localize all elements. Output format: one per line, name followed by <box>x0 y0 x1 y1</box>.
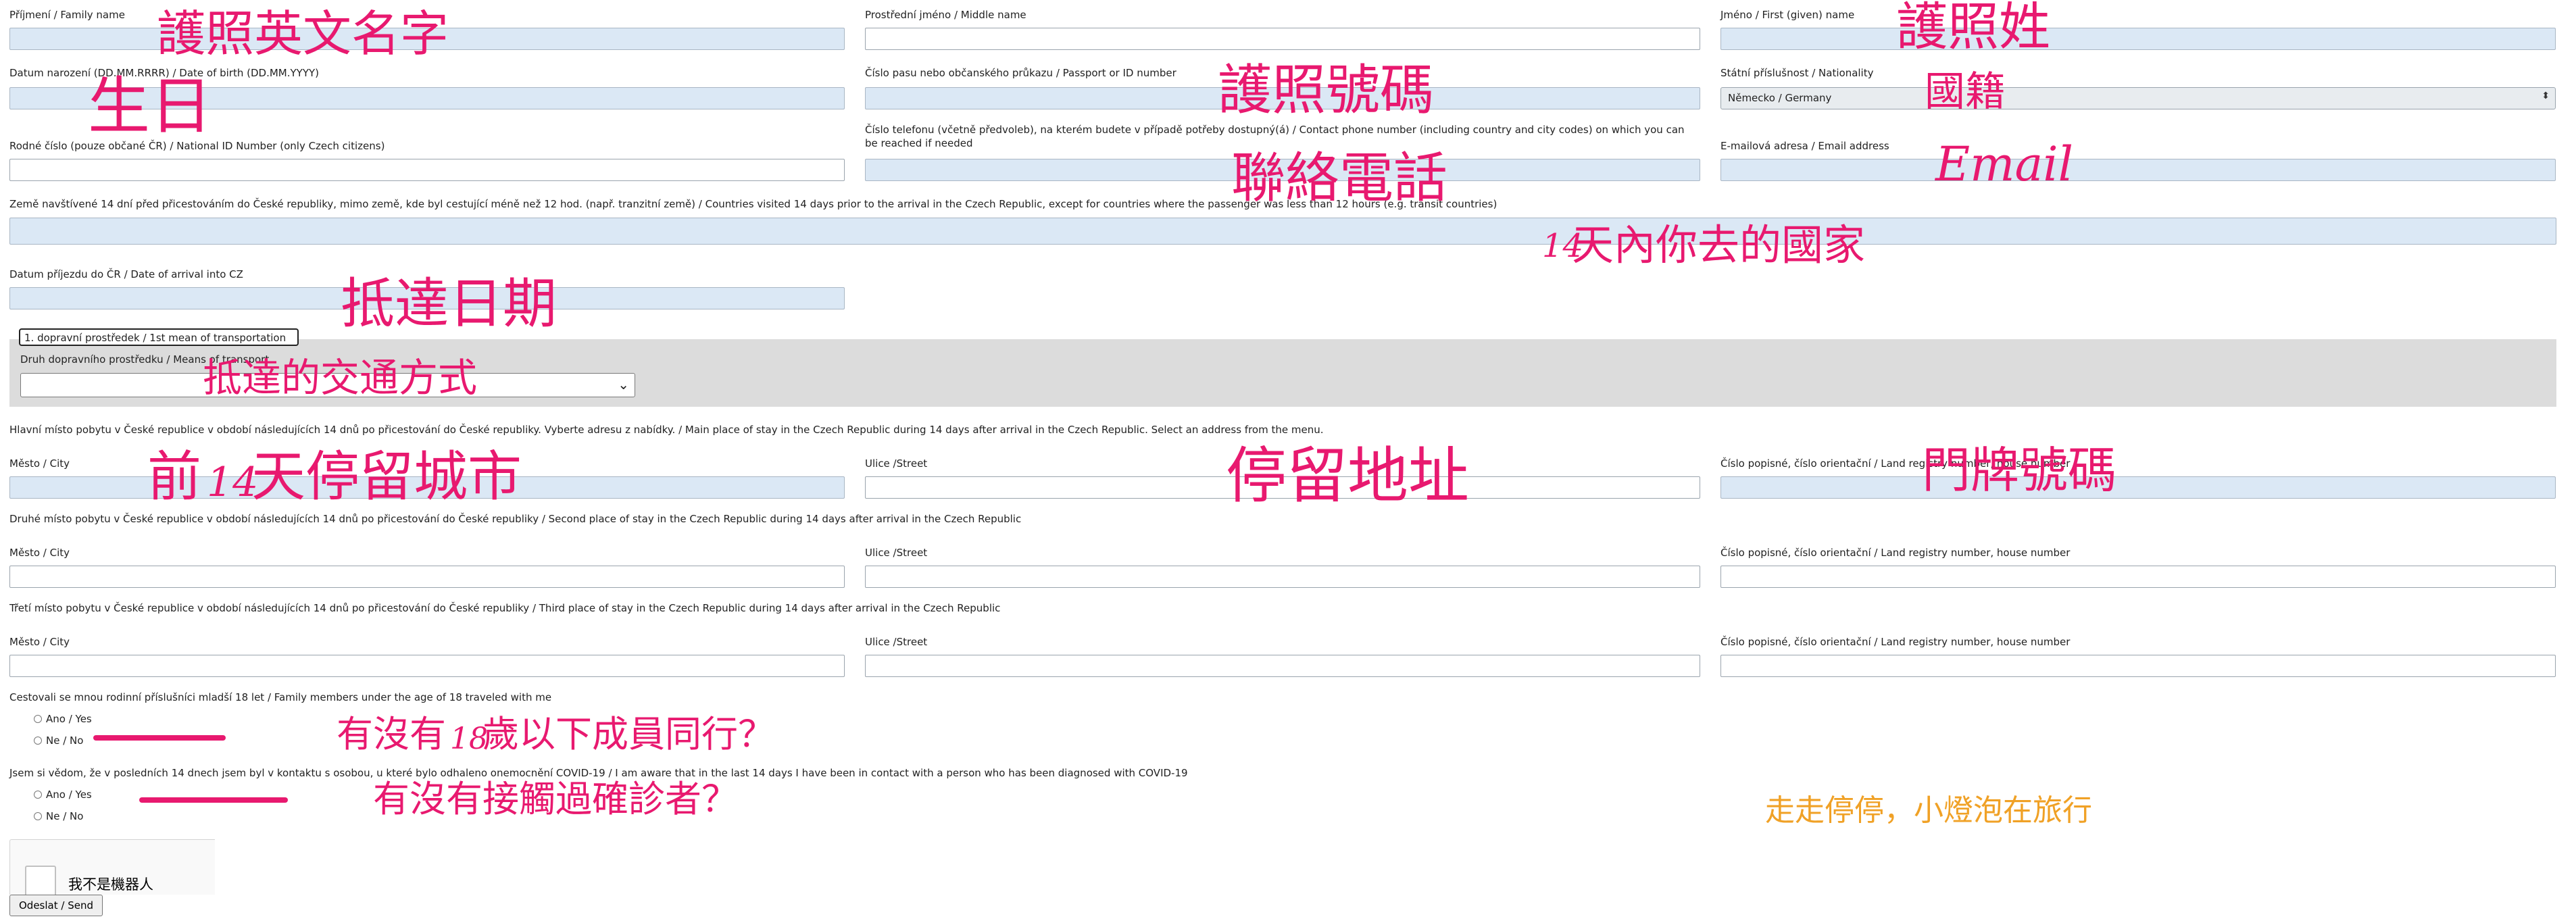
main-city-label: Město / City <box>9 457 70 470</box>
phone-label: Číslo telefonu (včetně předvoleb), na kt… <box>865 124 1685 149</box>
family-yes-option[interactable]: Ano / Yes <box>34 713 92 725</box>
yes-label: Ano / Yes <box>46 789 92 801</box>
family-name-label: Příjmení / Family name <box>9 9 125 21</box>
main-house-input[interactable] <box>1720 476 2556 499</box>
main-stay-label: Hlavní místo pobytu v České republice v … <box>9 424 1324 436</box>
radio-icon[interactable] <box>34 737 42 745</box>
annotation-minors-q-b: 歲以下成員同行？ <box>482 713 774 755</box>
watermark-text: 走走停停，小燈泡在旅行 <box>1765 793 2092 828</box>
radio-icon[interactable] <box>34 791 42 799</box>
second-house-input[interactable] <box>1720 566 2556 588</box>
arrival-date-label: Datum příjezdu do ČR / Date of arrival i… <box>9 268 243 280</box>
covid-no-option[interactable]: Ne / No <box>34 810 83 822</box>
captcha-checkbox[interactable] <box>25 866 56 897</box>
email-label: E-mailová adresa / Email address <box>1720 140 1889 152</box>
third-street-label: Ulice /Street <box>865 636 928 648</box>
annotation-birthday: 生日 <box>88 70 213 143</box>
second-street-label: Ulice /Street <box>865 547 928 559</box>
send-button[interactable]: Odeslat / Send <box>9 895 103 916</box>
third-stay-label: Třetí místo pobytu v České republice v o… <box>9 602 1001 614</box>
family-no-option[interactable]: Ne / No <box>34 734 83 747</box>
countries-input[interactable] <box>9 218 2556 245</box>
first-name-input[interactable] <box>1720 28 2556 50</box>
third-city-label: Město / City <box>9 636 70 648</box>
annotation-family-name: 護照英文名字 <box>157 5 449 62</box>
annotation-email: Email <box>1935 136 2073 192</box>
first-name-label: Jméno / First (given) name <box>1720 9 1855 21</box>
second-stay-label: Druhé místo pobytu v České republice v o… <box>9 513 1022 525</box>
transport-legend: 1. dopravní prostředek / 1st mean of tra… <box>19 328 299 346</box>
annotation-arrival-date: 抵達日期 <box>341 272 557 335</box>
second-city-label: Město / City <box>9 547 70 559</box>
annotation-nationality: 國籍 <box>1925 68 2006 116</box>
annotation-underline-covid <box>139 797 288 803</box>
third-house-label: Číslo popisné, číslo orientační / Land r… <box>1720 636 2071 648</box>
annotation-stay-city: 天停留城市 <box>251 445 522 508</box>
annotation-days-14-b: 14 <box>207 459 259 506</box>
passport-label: Číslo pasu nebo občanského průkazu / Pas… <box>865 67 1176 79</box>
annotation-contact-q: 有沒有接觸過確診者？ <box>373 778 738 820</box>
main-street-label: Ulice /Street <box>865 457 928 470</box>
nationality-value: Německo / Germany <box>1728 92 1832 104</box>
radio-icon[interactable] <box>34 812 42 820</box>
third-city-input[interactable] <box>9 655 845 677</box>
captcha-widget: 我不是機器人 <box>9 839 215 897</box>
second-city-input[interactable] <box>9 566 845 588</box>
no-label: Ne / No <box>46 734 84 747</box>
national-id-input[interactable] <box>9 159 845 181</box>
no-label: Ne / No <box>46 810 84 822</box>
middle-name-label: Prostřední jméno / Middle name <box>865 9 1026 21</box>
annotation-prefix-front: 前 <box>147 445 201 508</box>
second-street-input[interactable] <box>865 566 1700 588</box>
yes-label: Ano / Yes <box>46 713 92 725</box>
annotation-minors-q-a: 有沒有 <box>337 713 446 755</box>
annotation-stay-address: 停留地址 <box>1226 441 1469 512</box>
annotation-countries: 天內你去的國家 <box>1572 220 1866 270</box>
family-members-label: Cestovali se mnou rodinní příslušníci ml… <box>9 691 552 703</box>
annotation-house-number: 門牌號碼 <box>1922 442 2117 499</box>
chevron-down-icon: ⌄ <box>618 376 629 393</box>
annotation-passport-no: 護照號碼 <box>1218 59 1434 122</box>
second-house-label: Číslo popisné, číslo orientační / Land r… <box>1720 547 2071 559</box>
radio-icon[interactable] <box>34 715 42 723</box>
middle-name-input[interactable] <box>865 28 1700 50</box>
annotation-transport: 抵達的交通方式 <box>203 355 478 401</box>
email-input[interactable] <box>1720 159 2556 181</box>
select-arrow-icon: ⬍ <box>2542 91 2550 101</box>
captcha-label: 我不是機器人 <box>68 876 153 893</box>
annotation-surname: 護照姓 <box>1896 0 2050 57</box>
covid-yes-option[interactable]: Ano / Yes <box>34 789 92 801</box>
nationality-select[interactable]: Německo / Germany ⬍ <box>1720 87 2556 109</box>
nationality-label: Státní příslušnost / Nationality <box>1720 67 1874 79</box>
third-house-input[interactable] <box>1720 655 2556 677</box>
third-street-input[interactable] <box>865 655 1700 677</box>
annotation-phone: 聯絡電話 <box>1231 147 1447 209</box>
annotation-underline-family <box>93 735 226 741</box>
